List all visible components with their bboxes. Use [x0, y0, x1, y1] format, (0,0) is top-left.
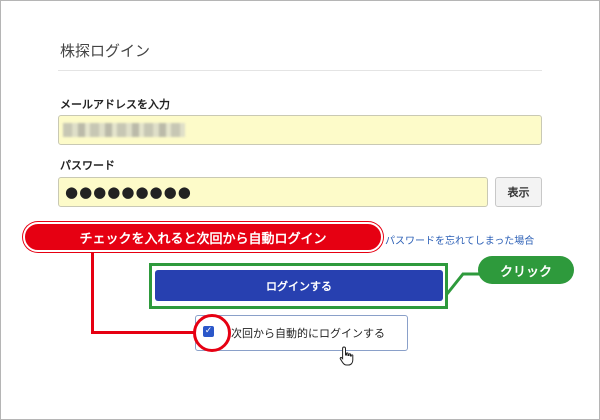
login-button[interactable]: ログインする: [155, 270, 443, 301]
title-divider: [58, 70, 542, 71]
red-callout: チェックを入れると次回から自動ログイン: [23, 222, 383, 252]
forgot-password-link[interactable]: パスワードを忘れてしまった場合: [385, 232, 534, 247]
email-input[interactable]: [58, 115, 542, 145]
hand-pointer-icon: [339, 346, 354, 366]
password-masked-value: ●●●●●●●●●: [65, 183, 192, 201]
blurred-email-value: [63, 123, 185, 137]
auto-login-label[interactable]: 次回から自動的にログインする: [231, 325, 385, 341]
page-title: 株探ログイン: [60, 42, 151, 60]
screenshot-frame: [0, 0, 600, 420]
red-connector-horizontal: [91, 331, 196, 334]
red-connector-vertical: [91, 251, 94, 334]
email-label: メールアドレスを入力: [60, 98, 170, 111]
checkbox-highlight-circle: [193, 314, 231, 352]
green-callout: クリック: [478, 256, 574, 284]
password-label: パスワード: [60, 159, 115, 172]
password-input[interactable]: ●●●●●●●●●: [58, 177, 488, 207]
show-password-button[interactable]: 表示: [495, 177, 542, 207]
